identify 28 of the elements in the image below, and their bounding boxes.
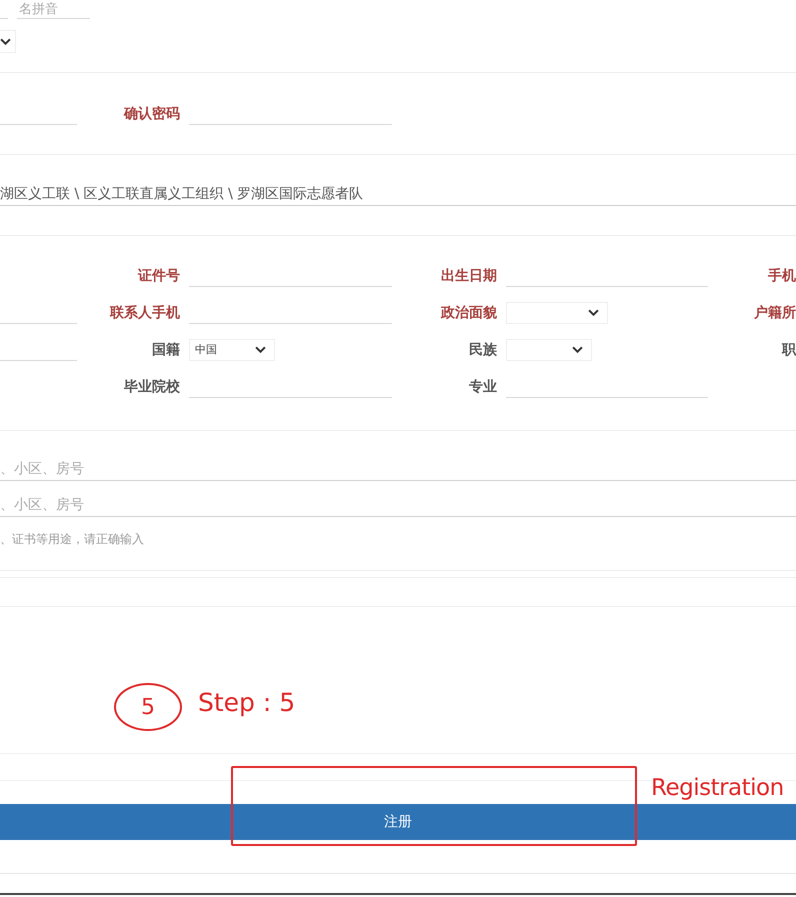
form-label: 民族: [468, 340, 498, 360]
form-label: 手机: [767, 266, 796, 286]
annotation-caption: Registration: [651, 775, 784, 801]
form-label: 职: [780, 340, 796, 360]
caret-icon: [572, 346, 583, 353]
form-label: 专业: [468, 378, 498, 396]
register-button[interactable]: 注册: [0, 804, 796, 840]
input-field[interactable]: 名拼音: [17, 0, 90, 19]
form-label: 联系人手机: [108, 304, 181, 322]
step-circle: 5: [114, 683, 182, 731]
caret-icon: [588, 309, 599, 316]
form-label: 政治面貌: [440, 304, 498, 322]
form-label: 证件号: [136, 266, 181, 286]
form-label: 确认密码: [122, 104, 181, 124]
select-field[interactable]: 中国: [189, 338, 275, 360]
select-field[interactable]: [506, 302, 608, 324]
form-label: 毕业院校: [123, 378, 181, 396]
organization-path: 湖区义工联 \ 区义工联直属义工组织 \ 罗湖区国际志愿者队: [0, 183, 796, 206]
input-field[interactable]: 、小区、房号: [0, 494, 796, 517]
form-label: 国籍: [151, 340, 181, 360]
input-field[interactable]: 、证书等用途，请正确输入: [0, 530, 796, 571]
input-field[interactable]: 、小区、房号: [0, 458, 796, 481]
form-label: 出生日期: [440, 266, 498, 286]
select-field[interactable]: [506, 338, 592, 360]
caret-icon: [0, 38, 11, 45]
form-label: 户籍所: [753, 304, 796, 322]
step-caption: Step : 5: [198, 688, 296, 717]
caret-icon: [255, 346, 266, 353]
